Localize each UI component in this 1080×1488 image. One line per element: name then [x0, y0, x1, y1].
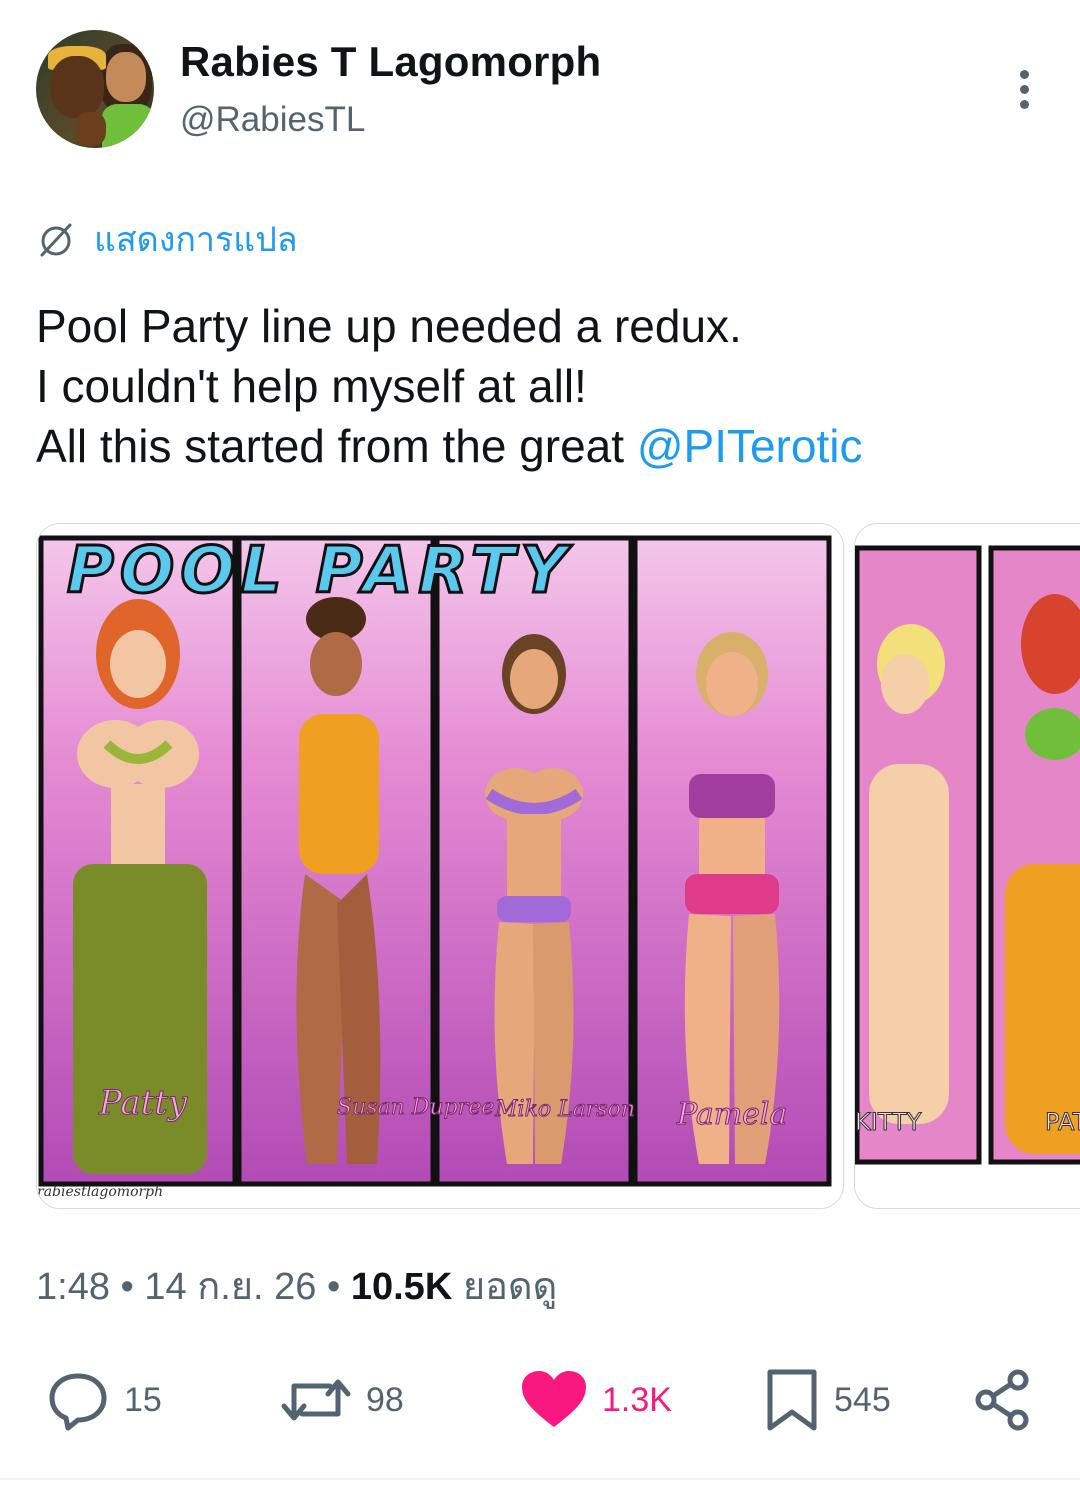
banner-title: POOL PARTY: [67, 534, 573, 608]
bottom-divider: [0, 1478, 1080, 1480]
repost-icon: [281, 1379, 351, 1421]
reply-count: 15: [124, 1380, 162, 1419]
tweet-line-2: I couldn't help myself at all!: [36, 360, 587, 412]
translate-button[interactable]: แสดงการแปล: [36, 212, 298, 266]
view-count: 10.5K: [350, 1266, 453, 1308]
panel-miko: [434, 535, 634, 1187]
translate-label: แสดงการแปล: [94, 221, 298, 259]
views-label: ยอดดู: [452, 1266, 558, 1308]
bookmark-count: 545: [834, 1380, 891, 1419]
repost-count: 98: [366, 1380, 404, 1419]
character-name-susan: Susan Dupree: [337, 1095, 494, 1120]
author-handle[interactable]: @RabiesTL: [180, 100, 365, 140]
tweet-line-3: All this started from the great @PITerot…: [36, 416, 1056, 476]
like-count: 1.3K: [602, 1380, 672, 1419]
watermark: rabiestlagomorph: [37, 1184, 163, 1200]
meta-separator-1: •: [109, 1266, 145, 1308]
tweet-time: 1:48: [36, 1266, 110, 1308]
like-icon: [522, 1371, 586, 1427]
pool-party-illustration: POOL PARTY Patty Susan Dupree Miko Larso…: [37, 524, 843, 1208]
share-button[interactable]: [972, 1355, 1036, 1445]
character-name-miko: Miko Larson: [494, 1097, 635, 1122]
author-name[interactable]: Rabies T Lagomorph: [180, 38, 601, 86]
media-image-2[interactable]: KITTY PAT: [854, 523, 1080, 1209]
repost-button[interactable]: 98: [280, 1355, 404, 1445]
second-illustration: KITTY PAT: [855, 524, 1080, 1208]
character-name-pat: PAT: [1045, 1108, 1080, 1136]
bookmark-button[interactable]: 545: [764, 1355, 891, 1445]
more-icon[interactable]: [1012, 70, 1036, 110]
character-name-pamela: Pamela: [676, 1097, 787, 1132]
tweet-line-1: Pool Party line up needed a redux.: [36, 300, 742, 352]
action-bar: 15 98 1.3K 545: [0, 1355, 1080, 1445]
like-button[interactable]: 1.3K: [520, 1355, 672, 1445]
translate-icon: [40, 223, 72, 257]
tweet-meta: 1:48 • 14 ก.ย. 26 • 10.5K ยอดดู: [36, 1255, 557, 1316]
tweet-line-3-text: All this started from the great: [36, 420, 637, 472]
character-name-patty: Patty: [98, 1083, 188, 1123]
panel-susan: [236, 535, 436, 1187]
author-avatar[interactable]: [36, 30, 154, 148]
share-icon: [975, 1369, 1029, 1431]
media-image-1[interactable]: POOL PARTY Patty Susan Dupree Miko Larso…: [36, 523, 844, 1209]
meta-separator-2: •: [316, 1266, 351, 1308]
reply-button[interactable]: 15: [46, 1355, 162, 1445]
panel-pamela: [632, 535, 832, 1187]
mention-link[interactable]: @PITerotic: [637, 420, 863, 472]
character-name-kitty: KITTY: [855, 1108, 922, 1136]
bookmark-icon: [767, 1369, 817, 1431]
tweet-date: 14 ก.ย. 26: [144, 1266, 317, 1308]
tweet-text: Pool Party line up needed a redux. I cou…: [36, 296, 1056, 476]
reply-icon: [49, 1373, 107, 1431]
